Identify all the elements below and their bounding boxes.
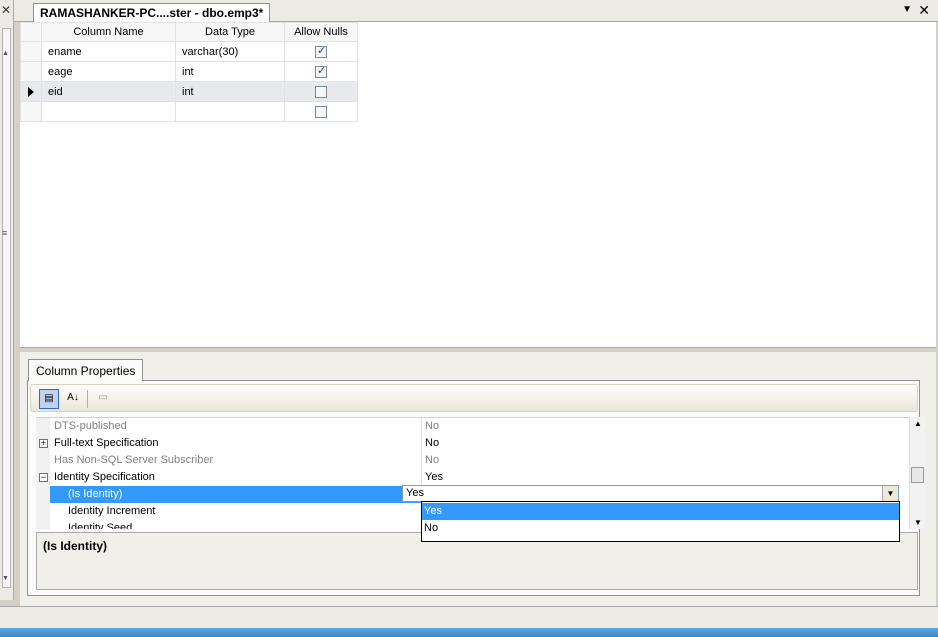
property-value: No <box>425 452 895 469</box>
header-allow-nulls[interactable]: Allow Nulls <box>285 23 358 42</box>
close-icon[interactable]: ✕ <box>1 3 11 17</box>
chevron-down-icon[interactable]: ▼ <box>882 486 898 501</box>
scroll-down-icon[interactable]: ▼ <box>2 575 9 582</box>
allow-nulls-checkbox[interactable] <box>315 46 327 58</box>
data-type-cell[interactable]: varchar(30) <box>176 42 285 62</box>
allow-nulls-cell <box>285 42 358 62</box>
row-selector[interactable] <box>21 42 42 62</box>
row-selector-header <box>21 23 42 42</box>
property-value[interactable]: Yes <box>425 469 895 486</box>
chevron-down-icon[interactable]: ▼ <box>902 4 912 15</box>
property-row[interactable]: − Identity Specification Yes <box>36 469 909 486</box>
dropdown-option-no[interactable]: No <box>422 520 899 537</box>
allow-nulls-cell <box>285 62 358 82</box>
table-row[interactable]: ename varchar(30) <box>21 42 358 62</box>
column-name-cell[interactable]: eage <box>42 62 176 82</box>
row-selector[interactable] <box>21 82 42 102</box>
scroll-down-icon[interactable]: ▼ <box>914 518 922 527</box>
data-type-cell[interactable]: int <box>176 62 285 82</box>
left-pane-scrollbar[interactable] <box>2 28 11 588</box>
is-identity-select[interactable]: Yes ▼ <box>402 485 899 502</box>
collapse-icon[interactable]: − <box>39 473 48 482</box>
scroll-up-icon[interactable]: ▲ <box>914 419 922 428</box>
categorized-icon[interactable]: ▤ <box>39 389 59 409</box>
grid-header-row: Column Name Data Type Allow Nulls <box>21 23 358 42</box>
column-name-cell[interactable] <box>42 102 176 122</box>
allow-nulls-checkbox[interactable] <box>315 66 327 78</box>
row-selector[interactable] <box>21 62 42 82</box>
current-row-pointer-icon <box>28 87 34 97</box>
document-tab-title: RAMASHANKER-PC....ster - dbo.emp3* <box>40 6 263 20</box>
column-grid: Column Name Data Type Allow Nulls ename … <box>20 22 358 122</box>
property-row[interactable]: + Full-text Specification No <box>36 435 909 452</box>
sort-alpha-icon[interactable]: A↓ <box>63 389 83 409</box>
column-properties-panel: Column Properties ▤ A↓ ▭ DTS-published N… <box>20 352 936 606</box>
document-tab[interactable]: RAMASHANKER-PC....ster - dbo.emp3* <box>33 3 270 23</box>
property-name: Identity Specification <box>54 469 419 486</box>
description-title: (Is Identity) <box>43 539 107 553</box>
property-name: (Is Identity) <box>50 486 423 503</box>
table-row[interactable]: eid int <box>21 82 358 102</box>
close-icon[interactable]: ✕ <box>918 2 930 19</box>
toolbar-separator <box>87 390 88 408</box>
property-pages-icon[interactable]: ▭ <box>93 389 113 409</box>
property-value: No <box>425 418 895 435</box>
column-name-cell[interactable]: eid <box>42 82 176 102</box>
properties-toolbar: ▤ A↓ ▭ <box>30 384 918 412</box>
property-name: Identity Increment <box>68 503 433 520</box>
left-pane-strip: ✕ ▲ ≡ ▼ <box>0 0 14 600</box>
property-name: Has Non-SQL Server Subscriber <box>54 452 419 469</box>
table-row[interactable] <box>21 102 358 122</box>
scroll-thumb[interactable] <box>911 467 924 483</box>
dropdown-list: Yes No <box>421 501 900 542</box>
tab-column-properties[interactable]: Column Properties <box>28 359 143 381</box>
property-name: Identity Seed <box>68 520 433 529</box>
property-name: Full-text Specification <box>54 435 419 452</box>
allow-nulls-checkbox[interactable] <box>315 86 327 98</box>
splitter-grip-icon[interactable]: ≡ <box>2 228 7 238</box>
allow-nulls-cell <box>285 102 358 122</box>
data-type-cell[interactable] <box>176 102 285 122</box>
allow-nulls-checkbox[interactable] <box>315 106 327 118</box>
property-row[interactable]: DTS-published No <box>36 418 909 435</box>
property-value[interactable]: No <box>425 435 895 452</box>
select-current-value: Yes <box>406 487 424 499</box>
taskbar-strip <box>0 628 938 637</box>
property-row[interactable]: Has Non-SQL Server Subscriber No <box>36 452 909 469</box>
data-type-cell[interactable]: int <box>176 82 285 102</box>
table-row[interactable]: eage int <box>21 62 358 82</box>
row-selector[interactable] <box>21 102 42 122</box>
property-grid-scrollbar[interactable]: ▲ ▼ <box>909 417 925 529</box>
document-tab-bar: RAMASHANKER-PC....ster - dbo.emp3* ▼ ✕ <box>14 0 938 22</box>
table-designer: Column Name Data Type Allow Nulls ename … <box>20 22 936 347</box>
dropdown-option-yes[interactable]: Yes <box>422 503 899 520</box>
property-name: DTS-published <box>54 418 419 435</box>
header-data-type[interactable]: Data Type <box>176 23 285 42</box>
allow-nulls-cell <box>285 82 358 102</box>
column-name-cell[interactable]: ename <box>42 42 176 62</box>
header-column-name[interactable]: Column Name <box>42 23 176 42</box>
expand-icon[interactable]: + <box>39 439 48 448</box>
scroll-up-icon[interactable]: ▲ <box>2 50 9 57</box>
